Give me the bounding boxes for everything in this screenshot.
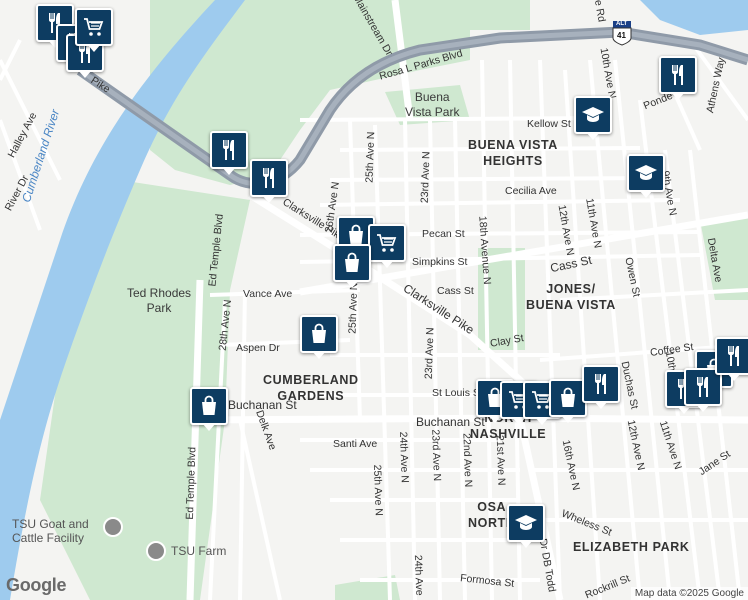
shopping-marker[interactable] xyxy=(300,315,338,353)
route-shield-number-label: 41 xyxy=(617,31,626,40)
road-label-25th-ave-top: 25th Ave N xyxy=(363,131,378,184)
graduation-cap-icon xyxy=(582,107,604,122)
school-marker[interactable] xyxy=(574,96,612,134)
road-label-vance: Vance Ave xyxy=(243,288,293,300)
area-label-cumberland-gardens: CUMBERLAND GARDENS xyxy=(263,373,359,404)
road-label-ed-temple-2: Ed Temple Blvd xyxy=(183,446,199,520)
area-label-line: JONES/ xyxy=(546,282,596,296)
area-label-jones-buena-vista: JONES/ BUENA VISTA xyxy=(526,282,616,313)
shopping-marker[interactable] xyxy=(190,387,228,425)
area-label-line: NASHVILLE xyxy=(470,426,547,441)
school-marker[interactable] xyxy=(627,154,665,192)
road-label-kellow: Kellow St xyxy=(527,118,571,130)
area-label-buena-vista-heights: BUENA VISTA HEIGHTS xyxy=(468,138,558,169)
route-shield: ALT 41 xyxy=(612,20,632,46)
fork-knife-icon xyxy=(595,374,606,394)
road-label-25th-ave-mid: 25th Ave N xyxy=(346,282,361,335)
restaurant-marker[interactable] xyxy=(582,365,620,403)
park-label-ted-rhodes: Ted Rhodes Park xyxy=(127,286,191,316)
fork-knife-icon xyxy=(697,377,708,397)
road-label-simpkins: Simpkins St xyxy=(412,256,468,268)
poi-label-line: Cattle Facility xyxy=(12,531,85,545)
poi-label-line: TSU Goat and xyxy=(12,517,89,531)
graduation-cap-icon xyxy=(515,515,537,530)
fork-knife-icon xyxy=(728,346,739,366)
shopping-bag-icon xyxy=(312,323,326,343)
lake-water xyxy=(640,0,748,35)
road-label-21st-ave: 21st Ave N xyxy=(493,434,508,486)
google-logo[interactable]: Google xyxy=(6,575,67,596)
area-label-elizabeth-park: ELIZABETH PARK xyxy=(573,540,690,554)
fork-knife-icon xyxy=(223,140,234,160)
grocery-marker[interactable] xyxy=(75,8,113,46)
road-label-24th-ave-bot: 24th Ave xyxy=(411,554,426,596)
restaurant-marker[interactable] xyxy=(659,56,697,94)
park-label-buena-vista: Buena Vista Park xyxy=(405,90,459,120)
restaurant-marker[interactable] xyxy=(210,131,248,169)
road-label-23rd-ave-top: 23rd Ave N xyxy=(418,151,433,204)
shopping-marker[interactable] xyxy=(333,244,371,282)
area-label-line: BUENA VISTA xyxy=(468,138,558,152)
road-label-25th-ave-bot: 25th Ave N xyxy=(370,464,385,517)
poi-marker-circle xyxy=(146,541,166,561)
shopping-bag-icon xyxy=(202,395,216,415)
road-label-23rd-ave-mid: 23rd Ave N xyxy=(422,327,437,380)
area-label-line: BUENA VISTA xyxy=(526,297,616,312)
map-canvas[interactable]: ALT 41 Rosa L Parks Blvd Mainstream Dr K… xyxy=(0,0,748,600)
park-area xyxy=(470,0,530,30)
road-label-cecilia: Cecilia Ave xyxy=(505,185,557,197)
restaurant-marker[interactable] xyxy=(715,337,748,375)
area-label-line: HEIGHTS xyxy=(483,153,543,168)
park-label-line: Buena xyxy=(414,90,450,104)
shopping-bag-icon xyxy=(345,252,359,272)
route-shield-alt-label: ALT xyxy=(616,21,628,27)
road-label-23rd-ave-bot: 23rd Ave N xyxy=(429,429,444,482)
poi-label-tsu-farm: TSU Farm xyxy=(171,544,227,558)
road-label-cass-1: Cass St xyxy=(437,285,474,297)
school-marker[interactable] xyxy=(507,504,545,542)
restaurant-marker[interactable] xyxy=(250,159,288,197)
road-label-24th-ave-1: 24th Ave N xyxy=(396,431,411,484)
fork-knife-icon xyxy=(263,168,274,188)
road-label-10th-bot: 10th xyxy=(662,350,679,373)
park-label-line: Park xyxy=(146,301,172,315)
poi-label-tsu-goat: TSU Goat and Cattle Facility xyxy=(12,518,89,544)
road-label-pecan: Pecan St xyxy=(422,228,465,240)
poi-marker-circle xyxy=(103,517,123,537)
shopping-cart-icon xyxy=(377,234,397,252)
graduation-cap-icon xyxy=(635,165,657,180)
park-label-line: Vista Park xyxy=(405,105,460,119)
park-label-line: Ted Rhodes xyxy=(127,286,192,300)
road-label-santi: Santi Ave xyxy=(333,438,378,450)
grocery-marker[interactable] xyxy=(368,224,406,262)
shopping-bag-icon xyxy=(561,387,575,407)
shopping-cart-icon xyxy=(84,18,104,36)
fork-knife-icon xyxy=(672,65,683,85)
area-label-line: CUMBERLAND xyxy=(263,373,359,387)
map-attribution[interactable]: Map data ©2025 Google xyxy=(630,587,748,600)
road-label-aspen: Aspen Dr xyxy=(236,342,280,354)
area-label-line: GARDENS xyxy=(277,388,345,403)
